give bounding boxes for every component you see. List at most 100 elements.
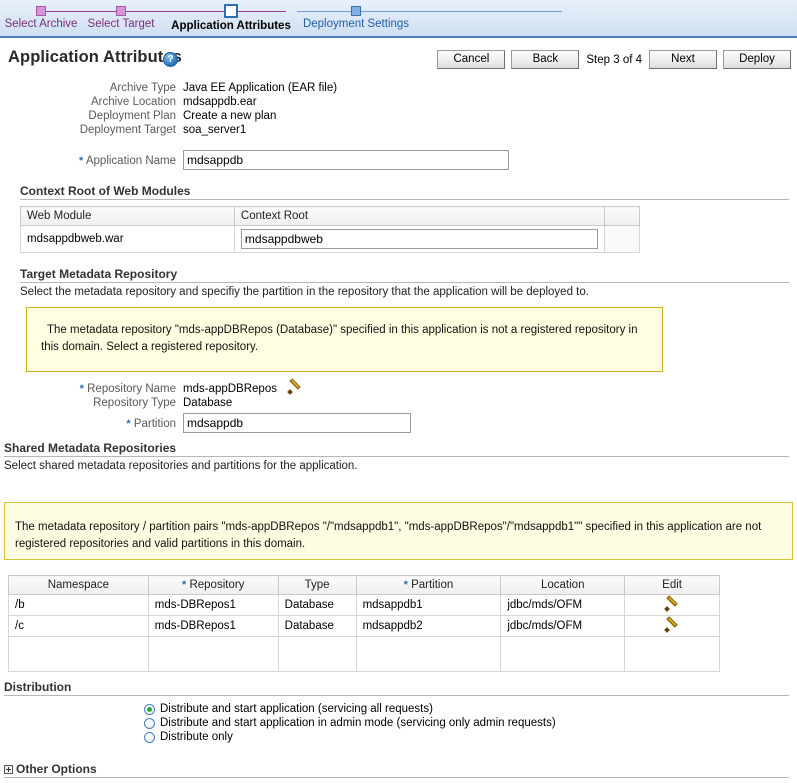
- radio-icon[interactable]: [144, 731, 155, 743]
- field-value: mdsappdb.ear: [183, 96, 257, 108]
- cell-repository: mds-DBRepos1: [147, 615, 279, 637]
- train-step-label: Deployment Settings: [302, 18, 410, 30]
- distribution-heading: Distribution: [4, 680, 789, 696]
- cell-namespace: /c: [8, 615, 149, 637]
- field-value: Java EE Application (EAR file): [183, 82, 338, 94]
- other-options-heading[interactable]: Other Options: [4, 762, 789, 778]
- pencil-icon[interactable]: [665, 598, 679, 612]
- column-header-text: Repository: [189, 579, 245, 591]
- cell-partition: mdsappdb2: [355, 615, 502, 637]
- required-marker: *: [126, 418, 131, 431]
- cell-edit[interactable]: [624, 615, 720, 637]
- archive-summary-fields: Archive Type Java EE Application (EAR fi…: [0, 82, 797, 170]
- field-partition: * Partition: [0, 413, 789, 434]
- column-header-partition: * Partition: [355, 575, 502, 595]
- field-label: Repository Type: [93, 397, 176, 410]
- warning-message: The metadata repository / partition pair…: [15, 521, 762, 550]
- shared-repository-warning-box: The metadata repository / partition pair…: [4, 502, 793, 560]
- other-options-section: Other Options: [0, 762, 797, 778]
- train-step-application-attributes[interactable]: Application Attributes: [168, 0, 294, 32]
- cell-web-module: mdsappdbweb.war: [20, 225, 235, 253]
- train-step-select-target[interactable]: Select Target: [84, 0, 158, 30]
- cell-type: Database: [277, 594, 357, 616]
- cell-spacer: [603, 225, 641, 253]
- distribution-section: Distribution Distribute and start applic…: [0, 680, 797, 745]
- distribution-heading-wrap: Distribution: [0, 680, 797, 696]
- table-header-row: Web Module Context Root: [20, 206, 641, 226]
- column-header-context-root: Context Root: [233, 206, 605, 226]
- column-header-web-module: Web Module: [20, 206, 235, 226]
- train-marker-current-icon: [224, 4, 238, 18]
- application-name-input[interactable]: [183, 150, 509, 170]
- cell-edit[interactable]: [624, 594, 720, 616]
- context-root-heading: Context Root of Web Modules: [20, 184, 789, 200]
- back-button[interactable]: Back: [511, 50, 580, 69]
- field-repository-name: * Repository Name mds-appDBRepos: [0, 381, 789, 395]
- cancel-button[interactable]: Cancel: [437, 50, 506, 69]
- field-value: soa_server1: [183, 124, 247, 136]
- field-repository-type: Repository Type Database: [0, 397, 789, 409]
- target-repository-heading: Target Metadata Repository: [20, 267, 789, 283]
- column-header-edit: Edit: [624, 575, 720, 595]
- warning-message: The metadata repository "mds-appDBRepos …: [41, 324, 638, 353]
- step-indicator: Step 3 of 4: [586, 53, 642, 66]
- radio-icon[interactable]: [144, 717, 155, 729]
- radio-distribute-only[interactable]: Distribute only: [144, 731, 797, 743]
- field-archive-location: Archive Location mdsappdb.ear: [0, 96, 797, 108]
- radio-distribute-admin-mode[interactable]: Distribute and start application in admi…: [144, 717, 797, 729]
- field-label: Archive Type: [109, 82, 176, 94]
- page-title: Application Attributes: [8, 48, 182, 66]
- column-header-repository: * Repository: [147, 575, 279, 595]
- target-repository-warning-box: The metadata repository "mds-appDBRepos …: [26, 307, 663, 373]
- distribution-radio-group: Distribute and start application (servic…: [0, 703, 797, 743]
- train-step-deployment-settings[interactable]: Deployment Settings: [298, 0, 414, 30]
- deploy-button[interactable]: Deploy: [723, 50, 791, 69]
- column-header-text: Partition: [411, 579, 454, 591]
- shared-metadata-repositories-section: Shared Metadata Repositories Select shar…: [0, 441, 797, 472]
- field-deployment-target: Deployment Target soa_server1: [0, 124, 797, 136]
- radio-label: Distribute only: [160, 731, 233, 743]
- column-header-type: Type: [277, 575, 357, 595]
- other-options-label: Other Options: [16, 762, 97, 776]
- cell-type: Database: [277, 615, 357, 637]
- context-root-section: Context Root of Web Modules Web Module C…: [0, 184, 797, 253]
- partition-input[interactable]: [183, 413, 411, 434]
- other-options-wrap: Other Options: [0, 762, 797, 778]
- field-value: Create a new plan: [183, 110, 277, 122]
- train-step-label: Application Attributes: [171, 20, 291, 32]
- cell-location: jdbc/mds/OFM: [500, 594, 626, 616]
- radio-distribute-and-start[interactable]: Distribute and start application (servic…: [144, 703, 797, 715]
- field-deployment-plan: Deployment Plan Create a new plan: [0, 110, 797, 122]
- shared-repository-description: Select shared metadata repositories and …: [4, 460, 358, 473]
- cell-partition: mdsappdb1: [355, 594, 502, 616]
- context-root-table: Web Module Context Root mdsappdbweb.war: [20, 206, 641, 253]
- train-step-label: Select Archive: [4, 18, 78, 30]
- context-root-input[interactable]: [240, 229, 598, 249]
- cell-location: jdbc/mds/OFM: [500, 615, 626, 637]
- pencil-icon[interactable]: [665, 619, 679, 633]
- radio-icon[interactable]: [144, 703, 155, 715]
- pencil-icon[interactable]: [288, 381, 302, 395]
- target-repository-description: Select the metadata repository and speci…: [20, 286, 589, 298]
- field-label-text: Repository Name: [87, 383, 176, 396]
- field-label-text: Application Name: [85, 155, 176, 167]
- wizard-train-bar: Select Archive Select Target Application…: [0, 0, 797, 38]
- column-header-location: Location: [500, 575, 626, 595]
- next-button[interactable]: Next: [649, 50, 717, 69]
- cell-repository: mds-DBRepos1: [147, 594, 279, 616]
- train-step-select-archive[interactable]: Select Archive: [0, 0, 82, 30]
- help-icon[interactable]: ?: [163, 52, 178, 67]
- train-step-label: Select Target: [87, 18, 155, 30]
- field-application-name: * Application Name: [0, 150, 797, 170]
- table-empty-row: [8, 636, 720, 672]
- table-header-row: Namespace * Repository Type * Partition …: [8, 575, 720, 595]
- plus-box-icon[interactable]: [4, 765, 13, 774]
- shared-repository-heading: Shared Metadata Repositories: [4, 441, 789, 458]
- train-marker-icon: [351, 6, 361, 16]
- field-label: Deployment Plan: [88, 110, 176, 122]
- required-marker: *: [79, 383, 84, 396]
- cell-namespace: /b: [8, 594, 149, 616]
- field-label: Archive Location: [90, 96, 176, 108]
- train-marker-icon: [36, 6, 46, 16]
- table-row: /b mds-DBRepos1 Database mdsappdb1 jdbc/…: [8, 594, 720, 616]
